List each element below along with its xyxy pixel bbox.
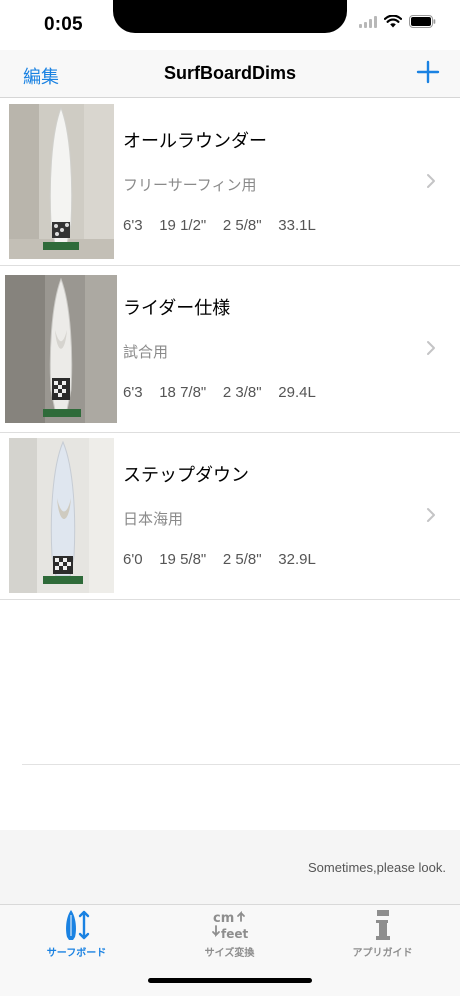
footer-message: Sometimes,please look. bbox=[307, 860, 446, 875]
board-row[interactable]: ライダー仕様 試合用 6'3 18 7/8" 2 3/8" 29.4L bbox=[0, 266, 460, 433]
navigation-bar: 編集 SurfBoardDims bbox=[0, 50, 460, 98]
chevron-right-icon bbox=[427, 508, 435, 522]
cm-feet-icon: cm feet bbox=[211, 910, 248, 941]
add-board-button[interactable] bbox=[416, 60, 440, 84]
board-dimensions: 6'3 19 1/2" 2 5/8" 33.1L bbox=[123, 217, 316, 234]
board-name: ライダー仕様 bbox=[123, 298, 231, 318]
board-dimensions: 6'0 19 5/8" 2 5/8" 32.9L bbox=[123, 551, 316, 568]
board-name: ステップダウン bbox=[123, 465, 249, 485]
device-notch bbox=[113, 0, 347, 33]
tab-app-guide[interactable]: アプリガイド bbox=[306, 909, 459, 969]
wifi-icon bbox=[384, 15, 402, 28]
plus-icon bbox=[416, 60, 440, 84]
tab-size-conversion[interactable]: cm feet サイズ変換 bbox=[153, 909, 306, 969]
board-photo bbox=[9, 104, 114, 259]
status-time: 0:05 bbox=[44, 14, 83, 35]
board-use: フリーサーフィン用 bbox=[123, 177, 257, 194]
board-dimensions: 6'3 18 7/8" 2 3/8" 29.4L bbox=[123, 384, 316, 401]
board-name: オールラウンダー bbox=[123, 131, 267, 151]
surfboard-icon bbox=[65, 910, 89, 940]
status-icons bbox=[359, 15, 436, 28]
tab-surfboard[interactable]: サーフボード bbox=[0, 909, 153, 969]
svg-text:cm: cm bbox=[213, 911, 234, 926]
list-divider bbox=[22, 764, 460, 765]
board-list: オールラウンダー フリーサーフィン用 6'3 19 1/2" 2 5/8" 33… bbox=[0, 99, 460, 600]
cellular-signal-icon bbox=[359, 15, 377, 28]
board-photo bbox=[9, 438, 114, 593]
tab-label: サーフボード bbox=[46, 948, 107, 959]
board-use: 試合用 bbox=[123, 344, 169, 361]
chevron-right-icon bbox=[427, 341, 435, 355]
svg-text:feet: feet bbox=[221, 927, 248, 941]
info-icon bbox=[375, 910, 390, 940]
tab-label: アプリガイド bbox=[352, 948, 413, 959]
board-use: 日本海用 bbox=[123, 511, 184, 528]
tab-label: サイズ変換 bbox=[204, 948, 255, 959]
status-bar: 0:05 bbox=[0, 0, 460, 50]
chevron-right-icon bbox=[427, 174, 435, 188]
home-indicator[interactable] bbox=[148, 978, 312, 983]
board-photo bbox=[5, 275, 117, 423]
page-title: SurfBoardDims bbox=[163, 63, 297, 83]
board-row[interactable]: ステップダウン 日本海用 6'0 19 5/8" 2 5/8" 32.9L bbox=[0, 433, 460, 600]
board-row[interactable]: オールラウンダー フリーサーフィン用 6'3 19 1/2" 2 5/8" 33… bbox=[0, 99, 460, 266]
battery-icon bbox=[409, 15, 436, 28]
footer-area: Sometimes,please look. bbox=[0, 830, 460, 904]
